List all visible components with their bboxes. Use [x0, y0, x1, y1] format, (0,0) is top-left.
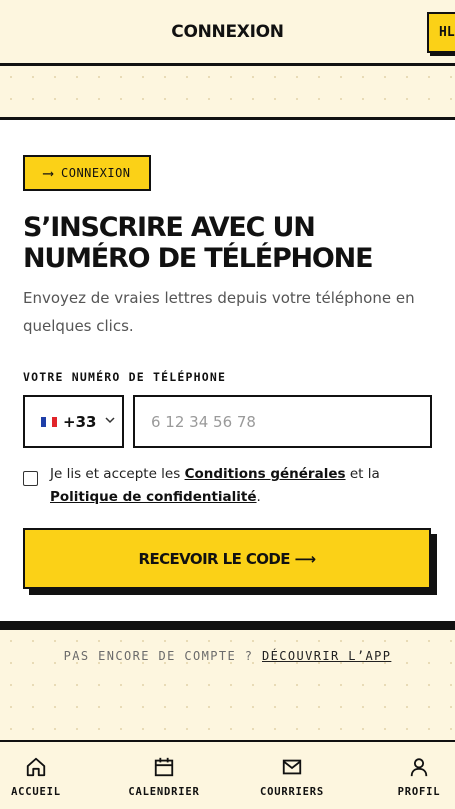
user-icon — [410, 758, 428, 777]
connexion-tag: ⟶ CONNEXION — [23, 155, 151, 191]
nav-item-courriers[interactable]: COURRIERS — [254, 742, 330, 809]
privacy-policy-link[interactable]: Politique de confidentialité — [50, 489, 257, 505]
terms-middle: et la — [345, 466, 380, 482]
nav-label-courriers: COURRIERS — [259, 786, 325, 798]
language-button[interactable]: HL — [427, 12, 455, 53]
section-divider — [0, 621, 455, 630]
signup-prompt-text: PAS ENCORE DE COMPTE ? — [63, 649, 262, 663]
top-dotted-band — [0, 66, 455, 117]
home-icon — [26, 757, 46, 777]
chevron-down-icon — [105, 417, 115, 424]
phone-number-input[interactable] — [133, 395, 432, 448]
phone-field-label: VOTRE NUMÉRO DE TÉLÉPHONE — [23, 370, 227, 384]
terms-prefix: Je lis et accepte les — [50, 466, 185, 482]
signup-subtitle: Envoyez de vraies lettres depuis votre t… — [23, 289, 415, 335]
nav-label-profil: PROFIL — [397, 786, 441, 798]
terms-suffix: . — [256, 489, 261, 505]
nav-item-calendrier[interactable]: CALENDRIER — [124, 742, 204, 809]
signup-prompt: PAS ENCORE DE COMPTE ? DÉCOUVRIR L’APP — [0, 649, 455, 663]
country-code-select[interactable]: +33 — [23, 395, 124, 448]
signup-card: ⟶ CONNEXION S’inscrire avec un numéro de… — [0, 117, 455, 621]
calendar-icon — [154, 757, 174, 777]
connexion-tag-label: CONNEXION — [61, 166, 131, 180]
nav-label-accueil: ACCUEIL — [11, 786, 61, 798]
mail-icon — [282, 759, 302, 775]
bottom-navigation: ACCUEIL CALENDRIER COURRIERS PROFIL — [0, 740, 455, 809]
country-code-value: +33 — [63, 412, 97, 431]
receive-code-button[interactable]: Recevoir le code ⟶ — [23, 528, 431, 589]
discover-app-link[interactable]: DÉCOUVRIR L’APP — [262, 649, 391, 663]
page-title: CONNEXION — [171, 22, 284, 42]
app-header: CONNEXION HL — [0, 0, 455, 66]
terms-checkbox[interactable] — [23, 471, 38, 486]
terms-text: Je lis et accepte les Conditions général… — [50, 463, 440, 509]
nav-label-calendrier: CALENDRIER — [128, 786, 200, 798]
arrow-right-icon: ⟶ — [43, 164, 53, 182]
bottom-dotted-band — [0, 630, 455, 740]
signup-heading: S’inscrire avec un numéro de téléphone — [23, 212, 374, 274]
conditions-link[interactable]: Conditions générales — [185, 466, 346, 482]
france-flag-icon — [41, 416, 57, 427]
nav-item-accueil[interactable]: ACCUEIL — [8, 742, 64, 809]
nav-item-profil[interactable]: PROFIL — [392, 742, 446, 809]
